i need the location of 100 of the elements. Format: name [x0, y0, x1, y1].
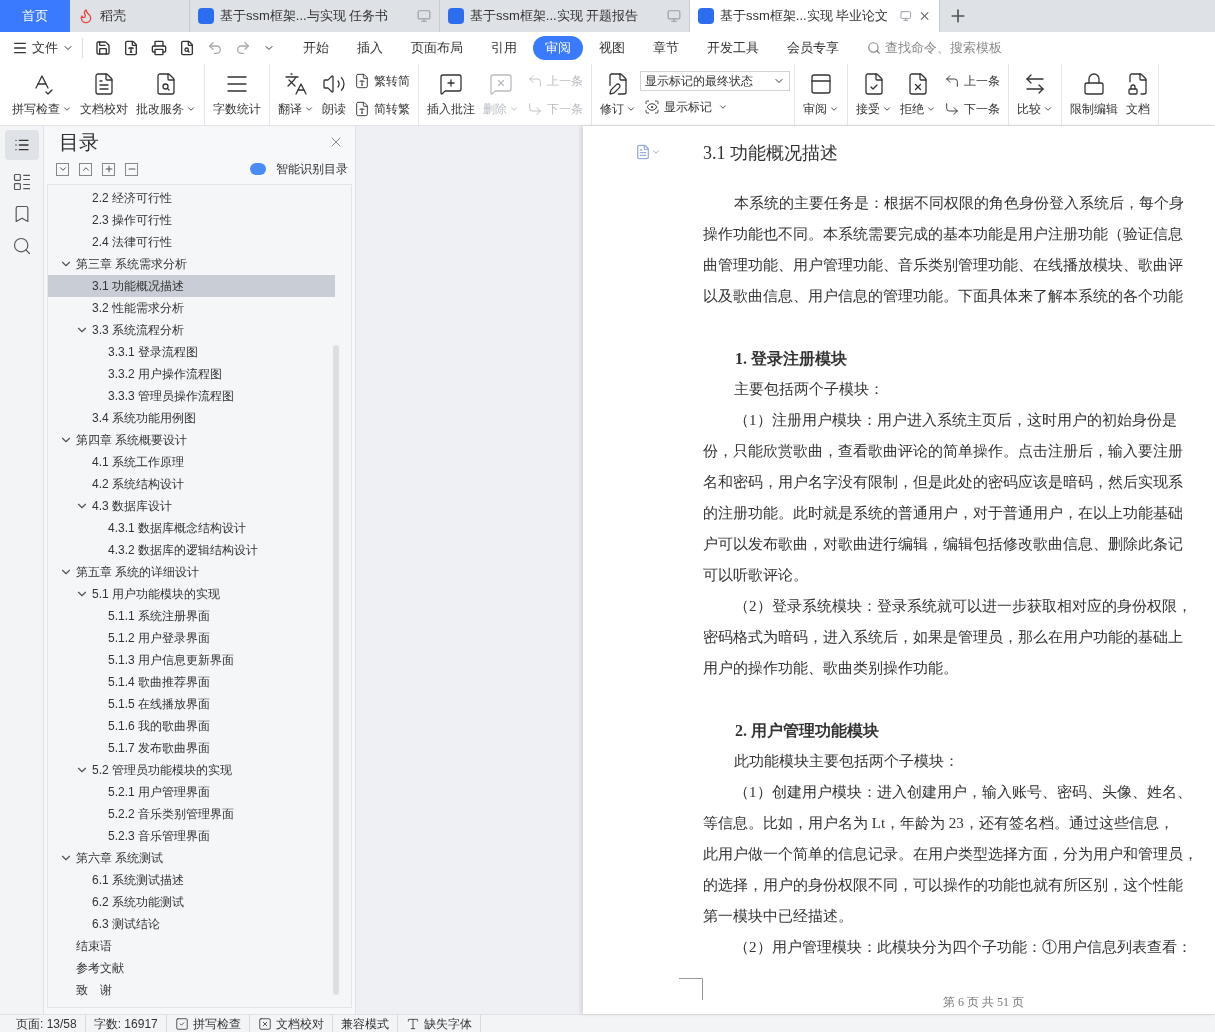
collapse-icon — [57, 164, 68, 174]
toc-item[interactable]: 3.3.3 管理员操作流程图 — [48, 385, 351, 407]
toc-item[interactable]: 6.1 系统测试描述 — [48, 869, 351, 891]
toc-item[interactable]: 第六章 系统测试 — [48, 847, 351, 869]
toc-item[interactable]: 参考文献 — [48, 957, 351, 979]
ribbon-button[interactable]: 修订 — [596, 64, 640, 125]
paragraph-line: 以及歌曲信息、用户信息的管理功能。下面具体来了解本系统的各个功能 — [703, 287, 1184, 306]
paragraph-line: 主要包括两个子模块： — [733, 380, 885, 399]
tab[interactable]: 首页 — [0, 0, 70, 32]
paragraph-line: 操作功能也不同。本系统需要完成的基本功能是用户注册功能（验证信息 — [703, 225, 1184, 244]
toc-item[interactable]: 5.1.2 用户登录界面 — [48, 627, 351, 649]
ribbon-button[interactable]: 拒绝 — [896, 64, 940, 125]
menu-tab[interactable]: 插入 — [345, 36, 395, 60]
toc-item[interactable]: 2.2 经济可行性 — [48, 187, 351, 209]
menu-tab[interactable]: 审阅 — [533, 36, 583, 60]
menu-icon — [12, 40, 28, 56]
ribbon-button[interactable]: 比较 — [1013, 64, 1057, 125]
toc-item[interactable]: 4.3 数据库设计 — [48, 495, 351, 517]
paragraph-line: 此用户做一个简单的信息记录。在用户类型选择方面，分为用户和管理员， — [703, 845, 1199, 864]
toc-tool-button[interactable] — [102, 162, 115, 176]
toc-item[interactable]: 6.2 系统功能测试 — [48, 891, 351, 913]
toc-item[interactable]: 第四章 系统概要设计 — [48, 429, 351, 451]
toc-item[interactable]: 2.3 操作可行性 — [48, 209, 351, 231]
ribbon-button[interactable]: 显示标记 — [640, 94, 790, 119]
ribbon-button[interactable]: 文档 — [1122, 64, 1154, 125]
toc-item[interactable]: 5.1.3 用户信息更新界面 — [48, 649, 351, 671]
toc-tool-button[interactable] — [79, 162, 92, 176]
ribbon-icon — [1126, 71, 1150, 96]
ribbon-icon — [154, 71, 178, 96]
toc-item[interactable]: 4.1 系统工作原理 — [48, 451, 351, 473]
expand-icon — [80, 164, 91, 174]
toc-item[interactable]: 3.3 系统流程分析 — [48, 319, 351, 341]
status-button[interactable]: 文档校对 — [249, 1014, 333, 1032]
toc-item[interactable]: 5.2.2 音乐类别管理界面 — [48, 803, 351, 825]
toc-item[interactable]: 第三章 系统需求分析 — [48, 253, 351, 275]
ribbon-button[interactable]: 繁转简 — [350, 68, 414, 93]
ribbon-button[interactable]: 文档校对 — [76, 64, 132, 125]
toc-item[interactable]: 6.3 测试结论 — [48, 913, 351, 935]
toc-item[interactable]: 3.1 功能概况描述 — [48, 275, 335, 297]
ribbon-button[interactable]: 插入批注 — [423, 64, 479, 125]
toc-item[interactable]: 第五章 系统的详细设计 — [48, 561, 351, 583]
toc-item[interactable]: 5.2 管理员功能模块的实现 — [48, 759, 351, 781]
toc-item[interactable]: 5.1.4 歌曲推荐界面 — [48, 671, 351, 693]
toc-item[interactable]: 5.1.5 在线播放界面 — [48, 693, 351, 715]
file-menu[interactable]: 文件 — [12, 38, 83, 58]
tab[interactable]: 基于ssm框架...实现 毕业论文 — [690, 0, 940, 32]
ribbon-button[interactable]: 上一条 — [940, 68, 1004, 93]
toc-item[interactable]: 5.2.1 用户管理界面 — [48, 781, 351, 803]
toc-item[interactable]: 4.3.1 数据库概念结构设计 — [48, 517, 351, 539]
toc-item[interactable]: 3.4 系统功能用例图 — [48, 407, 351, 429]
status-button[interactable]: 拼写检查 — [166, 1014, 250, 1032]
toc-item[interactable]: 2.4 法律可行性 — [48, 231, 351, 253]
ribbon-button[interactable]: 下一条 — [940, 96, 1004, 121]
print-icon[interactable] — [151, 40, 167, 56]
menu-tab[interactable]: 页面布局 — [399, 36, 475, 60]
toc-item[interactable]: 4.3.2 数据库的逻辑结构设计 — [48, 539, 351, 561]
toc-item[interactable]: 3.2 性能需求分析 — [48, 297, 351, 319]
command-search[interactable]: 查找命令、搜索模板 — [867, 38, 1002, 58]
toc-icon[interactable] — [4, 130, 39, 160]
toc-item[interactable]: 5.1.1 系统注册界面 — [48, 605, 351, 627]
scrollbar-thumb[interactable] — [333, 345, 339, 995]
ribbon-button[interactable]: 简转繁 — [350, 96, 414, 121]
toc-item[interactable]: 结束语 — [48, 935, 351, 957]
menu-tab[interactable]: 开始 — [291, 36, 341, 60]
ribbon-button[interactable]: 翻译 — [274, 64, 318, 125]
ribbon-button[interactable]: 字数统计 — [209, 64, 265, 125]
ribbon-button[interactable]: 接受 — [852, 64, 896, 125]
toc-tool-button[interactable] — [56, 162, 69, 176]
ribbon-button[interactable]: 朗读 — [318, 64, 350, 125]
toc-item[interactable]: 5.1 用户功能模块的实现 — [48, 583, 351, 605]
toc-item[interactable]: 3.3.1 登录流程图 — [48, 341, 351, 363]
menu-tab[interactable]: 开发工具 — [695, 36, 771, 60]
status-button[interactable]: 缺失字体 — [397, 1014, 481, 1032]
markup-select[interactable]: 显示标记的最终状态 — [640, 70, 790, 91]
menu-tab[interactable]: 章节 — [641, 36, 691, 60]
monitor-icon — [667, 9, 681, 23]
paragraph-line: 此功能模块主要包括两个子模块： — [733, 752, 960, 771]
menu-tab[interactable]: 会员专享 — [775, 36, 851, 60]
toc-title: 目录 — [59, 130, 99, 155]
paragraph-line: 可以听歌评论。 — [703, 566, 809, 585]
ribbon-button[interactable]: 限制编辑 — [1066, 64, 1122, 125]
paragraph-line: 份，只能欣赏歌曲，查看歌曲评论的简单操作。点击注册后，输入要注册 — [703, 442, 1184, 461]
menu-tab[interactable]: 引用 — [479, 36, 529, 60]
toc-item[interactable]: 3.3.2 用户操作流程图 — [48, 363, 351, 385]
ribbon-button[interactable]: 批改服务 — [132, 64, 200, 125]
save-icon[interactable] — [95, 40, 111, 56]
smart-toc-link[interactable]: 智能识别目录 — [276, 160, 348, 178]
toc-item[interactable]: 5.1.7 发布歌曲界面 — [48, 737, 351, 759]
search-icon[interactable] — [11, 236, 32, 256]
toc-item[interactable]: 5.2.3 音乐管理界面 — [48, 825, 351, 847]
ribbon-button[interactable]: 拼写检查 — [8, 64, 76, 125]
toc-tool-button[interactable] — [125, 162, 138, 176]
toc-item[interactable]: 致 谢 — [48, 979, 351, 1001]
paragraph-line: 的选择，用户的身份权限不同，可以操作的功能也就有所区别，这个性能 — [703, 876, 1184, 895]
toc-item[interactable]: 5.1.6 我的歌曲界面 — [48, 715, 351, 737]
navigation-icon[interactable] — [11, 172, 32, 192]
menu-tab[interactable]: 视图 — [587, 36, 637, 60]
preview-icon[interactable] — [179, 40, 195, 56]
toc-item[interactable]: 4.2 系统结构设计 — [48, 473, 351, 495]
ribbon-button[interactable]: 审阅 — [799, 64, 843, 125]
